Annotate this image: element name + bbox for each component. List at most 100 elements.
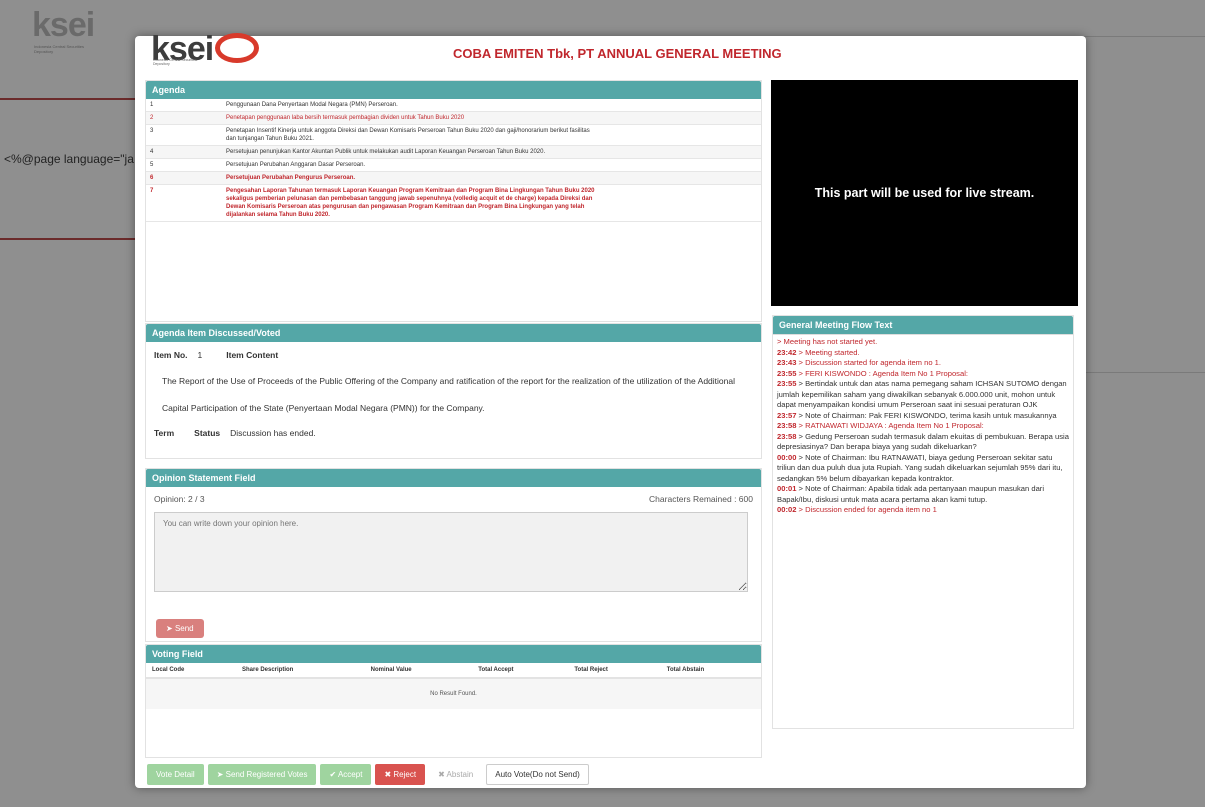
flow-line-time: 23:55	[777, 368, 797, 378]
background-logo-subtitle: Indonesia Central Securities Depository	[34, 44, 85, 54]
voting-column-header: Total Accept	[472, 663, 569, 679]
background-code-text: <%@page language="ja	[4, 152, 134, 166]
agenda-discussed-header: Agenda Item Discussed/Voted	[146, 324, 761, 342]
agenda-row[interactable]: 3 Penetapan Insentif Kinerja untuk anggot…	[146, 125, 761, 146]
flow-line-time: 00:01	[777, 484, 797, 493]
flow-line-text: > Meeting started.	[796, 347, 860, 357]
auto-vote-button[interactable]: Auto Vote(Do not Send)	[486, 764, 589, 785]
agenda-row-text: Penetapan penggunaan laba bersih termasu…	[226, 115, 465, 121]
flow-line: > Meeting has not started yet.	[777, 337, 1069, 348]
opinion-panel: Opinion Statement Field Opinion: 2 / 3 C…	[145, 468, 762, 642]
flow-line: 23:58 > RATNAWATI WIDJAYA : Agenda Item …	[777, 421, 1069, 432]
flow-text-panel: General Meeting Flow Text > Meeting has …	[772, 315, 1074, 729]
close-icon: ✖	[438, 770, 445, 779]
flow-line: 23:55 > Bertindak untuk dan atas nama pe…	[777, 379, 1069, 411]
flow-line: 23:55 > FERI KISWONDO : Agenda Item No 1…	[777, 369, 1069, 380]
send-icon: ➤	[216, 770, 224, 779]
item-content-text: The Report of the Use of Proceeds of the…	[162, 376, 735, 413]
agenda-row-text: Penggunaan Dana Penyertaan Modal Negara …	[226, 102, 398, 108]
agenda-row-text: Persetujuan Perubahan Pengurus Perseroan…	[226, 175, 356, 181]
send-registered-votes-button[interactable]: ➤ Send Registered Votes	[207, 764, 317, 785]
agenda-row-number: 3	[150, 128, 154, 134]
background-logo: ksei	[32, 6, 95, 44]
meeting-title: COBA EMITEN Tbk, PT ANNUAL GENERAL MEETI…	[453, 46, 782, 61]
accept-label: Accept	[337, 770, 363, 779]
agenda-row-number: 1	[150, 102, 154, 108]
agenda-row-text: Persetujuan Perubahan Anggaran Dasar Per…	[226, 162, 366, 168]
flow-line-text: > Bertindak untuk dan atas nama pemegang…	[777, 379, 1067, 409]
flow-line-time: 23:43	[777, 358, 797, 367]
term-label: Term	[154, 428, 175, 438]
meeting-modal: ksei Indonesia Central Securities Deposi…	[135, 30, 1086, 788]
voting-empty-message: No Result Found.	[146, 678, 761, 709]
agenda-row-text: Pengesahan Laporan Tahunan termasuk Lapo…	[226, 188, 595, 218]
voting-button-bar: Vote Detail ➤ Send Registered Votes ✔ Ac…	[147, 764, 589, 785]
reject-label: Reject	[393, 770, 417, 779]
agenda-row-number: 2	[150, 115, 154, 121]
flow-line-time: 00:00	[777, 452, 797, 462]
agenda-row-number: 7	[150, 188, 154, 194]
flow-line: 00:00 > Note of Chairman: Ibu RATNAWATI,…	[777, 453, 1069, 485]
flow-line: 23:58 > Gedung Perseroan sudah termasuk …	[777, 432, 1069, 453]
opinion-header: Opinion Statement Field	[146, 469, 761, 487]
flow-line-text: > Gedung Perseroan sudah termasuk dalam …	[777, 431, 1069, 452]
voting-table: Local Code Share Description Nominal Value…	[146, 663, 761, 709]
agenda-row-number: 4	[150, 149, 154, 155]
voting-table-header-row: Local Code Share Description Nominal Value…	[146, 663, 761, 679]
flow-text-log[interactable]: > Meeting has not started yet. 23:42 > Me…	[773, 334, 1073, 724]
flow-line-time: 23:55	[777, 379, 797, 388]
agenda-row[interactable]: 4 Persetujuan penunjukan Kantor Akuntan P…	[146, 146, 761, 159]
flow-line: 23:42 > Meeting started.	[777, 348, 1069, 359]
flow-line-time: 23:58	[777, 421, 797, 430]
agenda-row[interactable]: 2 Penetapan penggunaan laba bersih termas…	[146, 112, 761, 125]
voting-panel: Voting Field Local Code Share Description…	[145, 644, 762, 758]
abstain-button[interactable]: ✖ Abstain	[429, 764, 483, 785]
agenda-row[interactable]: 7 Pengesahan Laporan Tahunan termasuk Lap…	[146, 185, 761, 222]
live-stream-area[interactable]: This part will be used for live stream.	[771, 80, 1078, 306]
reject-button[interactable]: ✖ Reject	[375, 764, 426, 785]
send-opinion-button[interactable]: ➤ Send	[156, 619, 204, 638]
item-no-label: Item No.	[154, 350, 188, 360]
agenda-discussed-panel: Agenda Item Discussed/Voted Item No. 1 I…	[145, 323, 762, 459]
agenda-list[interactable]: 1 Penggunaan Dana Penyertaan Modal Negara…	[146, 99, 761, 320]
voting-column-header: Total Abstain	[660, 663, 761, 679]
status-value: Discussion has ended.	[230, 428, 316, 438]
flow-line: 23:57 > Note of Chairman: Pak FERI KISWO…	[777, 411, 1069, 422]
voting-column-header: Local Code	[146, 663, 236, 679]
opinion-count: Opinion: 2 / 3	[154, 494, 205, 504]
accept-button[interactable]: ✔ Accept	[320, 764, 372, 785]
flow-line-text: > Note of Chairman: Pak FERI KISWONDO, t…	[796, 410, 1057, 420]
item-content-label: Item Content	[226, 350, 279, 360]
flow-line-text: > Discussion started for agenda item no …	[796, 358, 942, 367]
flow-line-text: > RATNAWATI WIDJAYA : Agenda Item No 1 P…	[796, 421, 984, 430]
voting-column-header: Share Description	[236, 663, 365, 679]
item-no-value: 1	[197, 350, 203, 360]
check-icon: ✔	[329, 770, 337, 779]
logo-subtitle: Indonesia Central Securities Depository	[153, 58, 197, 66]
logo-ring-icon	[215, 33, 260, 64]
abstain-label: Abstain	[446, 770, 474, 779]
agenda-row[interactable]: 6 Persetujuan Perubahan Pengurus Perseroa…	[146, 172, 761, 185]
background-divider	[0, 98, 150, 100]
voting-column-header: Nominal Value	[364, 663, 473, 679]
send-icon: ➤	[166, 624, 173, 633]
agenda-row[interactable]: 1 Penggunaan Dana Penyertaan Modal Negara…	[146, 99, 761, 112]
opinion-textarea[interactable]	[154, 512, 748, 592]
flow-line-time: 23:42	[777, 347, 797, 357]
characters-remaining: Characters Remained : 600	[649, 494, 753, 504]
close-icon: ✖	[384, 770, 392, 779]
voting-table-row: No Result Found.	[146, 678, 761, 709]
agenda-row-number: 5	[150, 162, 154, 168]
flow-line: 00:01 > Note of Chairman: Apabila tidak …	[777, 484, 1069, 505]
agenda-panel: Agenda 1 Penggunaan Dana Penyertaan Modal…	[145, 80, 762, 322]
flow-line-text: > Note of Chairman: Apabila tidak ada pe…	[777, 484, 1045, 504]
flow-line-time: 23:58	[777, 431, 797, 441]
voting-header: Voting Field	[146, 645, 761, 663]
agenda-row-number: 6	[150, 175, 154, 181]
flow-line-time: 23:57	[777, 410, 797, 420]
vote-detail-button[interactable]: Vote Detail	[147, 764, 204, 785]
agenda-row[interactable]: 5 Persetujuan Perubahan Anggaran Dasar Pe…	[146, 159, 761, 172]
flow-line-text: > Discussion ended for agenda item no 1	[796, 505, 937, 514]
flow-line-time: 00:02	[777, 505, 797, 514]
flow-line: 23:43 > Discussion started for agenda it…	[777, 358, 1069, 369]
